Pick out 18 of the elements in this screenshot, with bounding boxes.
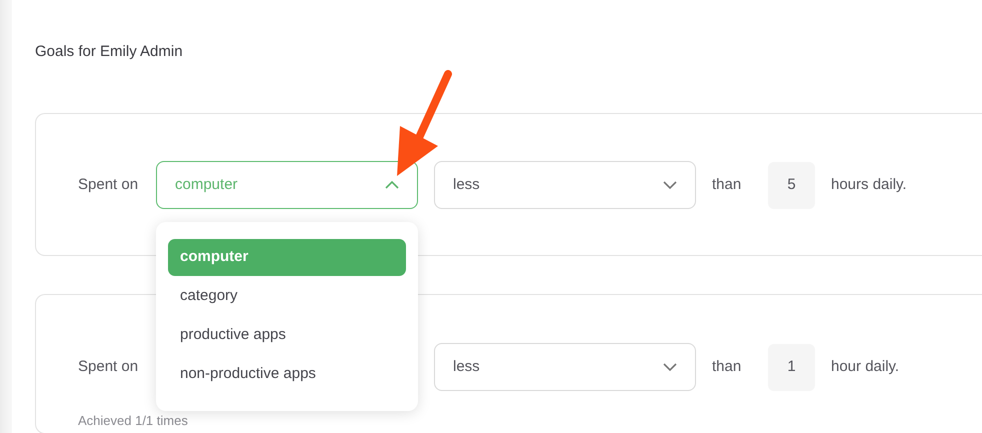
- page-title: Goals for Emily Admin: [35, 42, 184, 62]
- amount-field[interactable]: 1: [768, 344, 815, 390]
- goal-label: than: [712, 356, 742, 377]
- goal-label: than: [712, 174, 742, 195]
- goal-label: hour daily.: [831, 356, 900, 377]
- dropdown-option[interactable]: non-productive apps: [168, 356, 406, 393]
- chevron-up-icon: [385, 181, 399, 189]
- achieved-text: Achieved 1/1 times: [78, 413, 188, 428]
- goal-label: Spent on: [78, 174, 140, 195]
- dropdown-option[interactable]: category: [168, 278, 406, 315]
- chevron-down-icon: [663, 363, 677, 371]
- goal-label: hours daily.: [831, 174, 907, 195]
- dropdown-option[interactable]: productive apps: [168, 317, 406, 354]
- goal-label: Spent on: [78, 356, 140, 377]
- comparison-dropdown[interactable]: less: [434, 161, 696, 209]
- amount-field[interactable]: 5: [768, 162, 815, 208]
- chevron-down-icon: [663, 181, 677, 189]
- comparison-dropdown[interactable]: less: [434, 343, 696, 391]
